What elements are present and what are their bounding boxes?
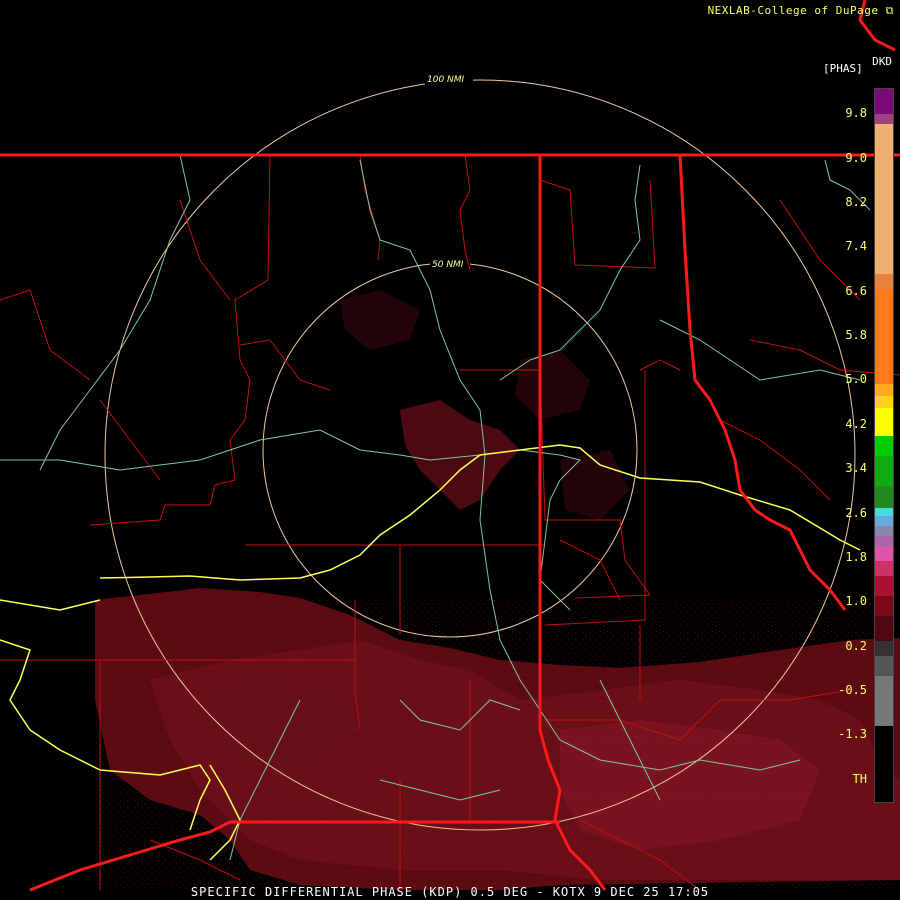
legend-tick: 8.2 xyxy=(845,195,867,209)
range-ring-label-50: 50 NMI xyxy=(432,260,464,270)
legend-tick: 5.0 xyxy=(845,372,867,386)
unit-label: [PHAS] xyxy=(823,62,863,75)
credit-text: NEXLAB-College of DuPage xyxy=(707,4,879,17)
external-link-icon: ⧉ xyxy=(885,4,894,17)
precip-echo-area xyxy=(95,588,900,890)
legend-tick: 7.4 xyxy=(845,239,867,253)
legend-tick: -0.5 xyxy=(838,683,867,697)
range-ring-label-100: 100 NMI xyxy=(427,75,465,85)
radar-map: 100 NMI 50 NMI xyxy=(0,0,900,900)
legend-tick: 1.8 xyxy=(845,550,867,564)
legend-tick: 3.4 xyxy=(845,461,867,475)
credit-label: NEXLAB-College of DuPage ⧉ xyxy=(708,4,894,18)
legend-tick: 1.0 xyxy=(845,594,867,608)
legend-tick: 4.2 xyxy=(845,417,867,431)
legend-tick: 6.6 xyxy=(845,284,867,298)
legend-tick: 9.0 xyxy=(845,151,867,165)
legend-tick: TH xyxy=(852,772,867,786)
legend-tick: 2.6 xyxy=(845,506,867,520)
legend-tick: -1.3 xyxy=(838,727,867,741)
product-code: DKD xyxy=(872,55,892,68)
product-caption: SPECIFIC DIFFERENTIAL PHASE (KDP) 0.5 DE… xyxy=(190,885,710,899)
color-legend-bar xyxy=(874,88,894,803)
legend-tick: 5.8 xyxy=(845,328,867,342)
legend-tick: 9.8 xyxy=(845,106,867,120)
legend-tick: 0.2 xyxy=(845,639,867,653)
